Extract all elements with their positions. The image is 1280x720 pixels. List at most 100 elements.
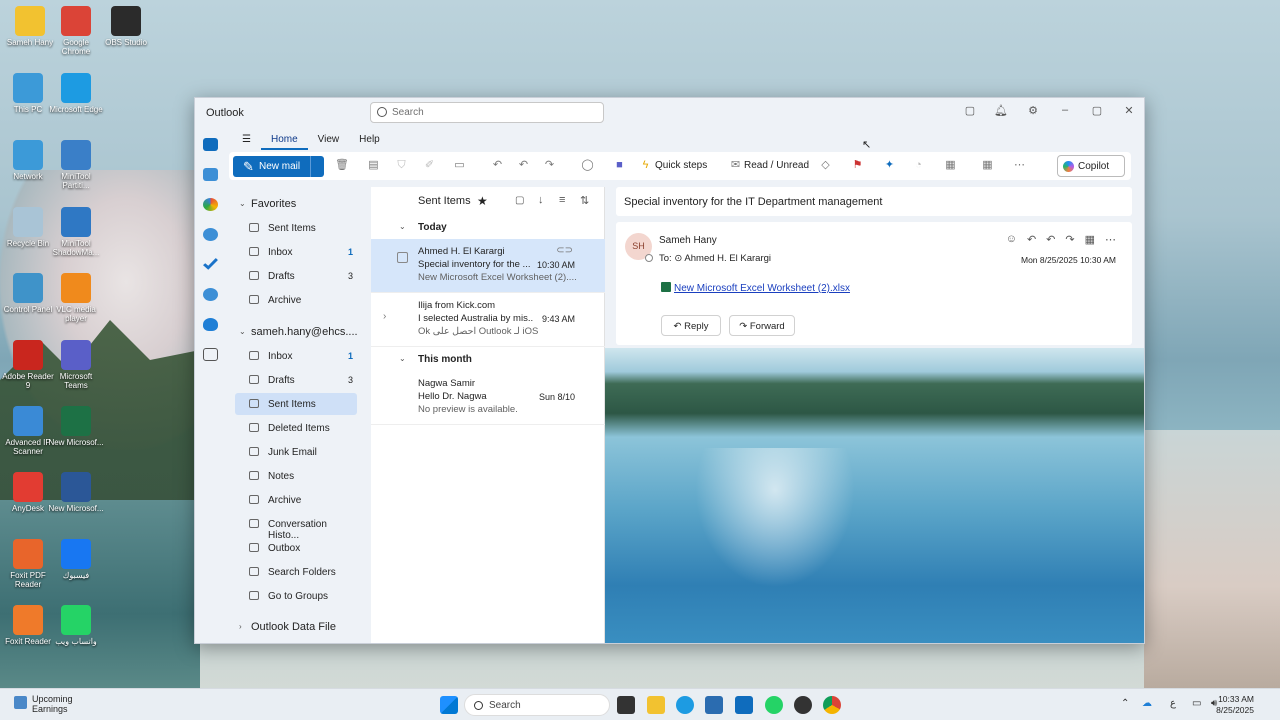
sweep-icon[interactable]: ✐ <box>423 159 436 172</box>
store-icon[interactable] <box>705 696 723 714</box>
apps-ribbon-icon[interactable]: ▦ <box>981 159 994 172</box>
folder-item[interactable]: Inbox 1 <box>235 345 357 367</box>
weather-widget[interactable]: Upcoming Earnings <box>14 694 73 714</box>
tab-view[interactable]: View <box>308 128 350 150</box>
select-icon[interactable]: ▢ <box>515 195 524 206</box>
desktop-icon[interactable]: New Microsof... <box>48 406 104 447</box>
apps-icon[interactable]: ▦ <box>1085 233 1095 246</box>
folder-item[interactable]: Search Folders <box>235 561 357 583</box>
folder-item[interactable]: Sent Items <box>235 217 357 239</box>
desktop-icon[interactable]: MiniTool ShadowMa... <box>48 207 104 257</box>
outlook-taskbar-icon[interactable] <box>735 696 753 714</box>
todo-icon[interactable] <box>203 258 218 270</box>
desktop-icon[interactable]: Google Chrome <box>48 6 104 56</box>
list-item[interactable]: Nagwa Samir Hello Dr. Nagwa Sun 8/10 No … <box>371 371 605 425</box>
folder-item[interactable]: Inbox 1 <box>235 241 357 263</box>
chevron-right-icon[interactable]: › <box>383 311 386 322</box>
jump-icon[interactable]: ↓ <box>538 194 544 206</box>
desktop-icon[interactable]: Microsoft Teams <box>48 340 104 390</box>
archive-icon[interactable]: ▤ <box>367 159 380 172</box>
pin-icon[interactable]: ✦ <box>883 159 896 172</box>
chrome-icon[interactable] <box>823 696 841 714</box>
read-unread-button[interactable]: Read / Unread <box>744 160 809 171</box>
edge-icon[interactable] <box>676 696 694 714</box>
favorites-header[interactable]: Favorites <box>251 198 296 210</box>
list-item[interactable]: › Ilija from Kick.com I selected Austral… <box>371 293 605 347</box>
desktop-icon[interactable]: Microsoft Edge <box>48 73 104 114</box>
sort-icon[interactable]: ⇅ <box>580 194 589 207</box>
tag-icon[interactable]: ◇ <box>819 159 832 172</box>
snooze-icon[interactable]: ◔ <box>912 159 925 172</box>
data-file-header[interactable]: Outlook Data File <box>251 621 336 633</box>
emoji-icon[interactable]: ☺ <box>1006 233 1017 246</box>
new-mail-dropdown[interactable] <box>310 156 324 177</box>
people-icon[interactable] <box>203 228 218 241</box>
forward-button[interactable]: ↷ Forward <box>729 315 795 336</box>
mail-icon[interactable] <box>203 138 218 151</box>
reply-button[interactable]: ↶ Reply <box>661 315 721 336</box>
teams-icon[interactable]: ■ <box>613 159 626 172</box>
star-icon[interactable]: ★ <box>477 194 488 208</box>
folder-item[interactable]: Outbox <box>235 537 357 559</box>
desktop-icon[interactable]: واتساب ويب <box>48 605 104 646</box>
folder-item[interactable]: Go to Groups <box>235 585 357 607</box>
org-icon[interactable] <box>203 288 218 301</box>
reply-all-icon[interactable]: ↶ <box>517 159 530 172</box>
desktop-icon[interactable]: VLC media player <box>48 273 104 323</box>
obs-icon[interactable] <box>794 696 812 714</box>
report-icon[interactable]: ⛉ <box>395 159 408 172</box>
delete-icon[interactable]: 🗑︎ <box>335 159 349 172</box>
move-icon[interactable]: ▭ <box>453 159 466 172</box>
tab-home[interactable]: Home <box>260 128 308 150</box>
onedrive-icon[interactable] <box>203 318 218 331</box>
reply-icon[interactable]: ↶ <box>1027 233 1036 246</box>
language-icon[interactable]: ع <box>1170 698 1176 709</box>
desktop-icon[interactable]: New Microsof... <box>48 472 104 513</box>
bell-icon[interactable]: 🔔︎ <box>991 104 1011 122</box>
folder-item[interactable]: Notes <box>235 465 357 487</box>
chevron-down-icon[interactable]: ⌄ <box>239 199 246 208</box>
more-icon[interactable]: ⋯ <box>1013 159 1026 172</box>
reply-icon[interactable]: ↶ <box>491 159 504 172</box>
tab-help[interactable]: Help <box>349 128 390 150</box>
copilot-app-icon[interactable] <box>203 198 218 211</box>
chevron-down-icon[interactable]: ⌄ <box>239 327 246 336</box>
folder-item[interactable]: Archive <box>235 489 357 511</box>
account-header[interactable]: sameh.hany@ehcs.... <box>251 326 358 338</box>
list-item[interactable]: Ahmed H. El Karargi ⊂⊃ Special inventory… <box>371 239 605 293</box>
calendar-icon[interactable] <box>203 168 218 181</box>
onedrive-tray-icon[interactable]: ☁ <box>1142 698 1152 709</box>
taskbar-search[interactable]: Search <box>464 694 610 716</box>
folder-item[interactable]: Drafts 3 <box>235 369 357 391</box>
gear-icon[interactable]: ⚙ <box>1023 104 1043 122</box>
filter-icon[interactable]: ≡ <box>559 194 565 206</box>
apps-icon[interactable] <box>203 348 218 361</box>
quick-steps-button[interactable]: Quick steps <box>655 160 707 171</box>
message-checkbox[interactable] <box>397 252 408 263</box>
copilot-button[interactable]: Copilot <box>1057 155 1125 177</box>
folder-item[interactable]: Archive <box>235 289 357 311</box>
search-input[interactable]: Search <box>370 102 604 123</box>
desktop-icon[interactable]: OBS Studio <box>98 6 154 47</box>
task-view-icon[interactable] <box>617 696 635 714</box>
group-this-month[interactable]: ⌄ This month <box>371 348 605 370</box>
close-button[interactable]: ✕ <box>1119 104 1139 122</box>
group-today[interactable]: ⌄ Today <box>371 216 605 238</box>
chevron-right-icon[interactable]: › <box>239 622 242 631</box>
folder-item[interactable]: Junk Email <box>235 441 357 463</box>
desktop-icon[interactable]: MiniTool Partiti... <box>48 140 104 190</box>
folder-item[interactable]: Drafts 3 <box>235 265 357 287</box>
minimize-button[interactable]: – <box>1055 104 1075 122</box>
folder-item[interactable]: Sent Items <box>235 393 357 415</box>
meet-icon[interactable]: ▢ <box>960 104 980 122</box>
forward-icon[interactable]: ↷ <box>1065 233 1074 246</box>
forward-icon[interactable]: ↷ <box>543 159 556 172</box>
hamburger-icon[interactable]: ☰ <box>235 128 261 150</box>
file-explorer-icon[interactable] <box>647 696 665 714</box>
rules-icon[interactable]: ▦ <box>944 159 957 172</box>
network-icon[interactable]: ▭ <box>1192 698 1201 709</box>
new-mail-button[interactable]: ✎ New mail <box>233 156 324 177</box>
whatsapp-icon[interactable] <box>765 696 783 714</box>
maximize-button[interactable]: ▢ <box>1087 104 1107 122</box>
chevron-up-icon[interactable]: ⌃ <box>1121 698 1129 709</box>
